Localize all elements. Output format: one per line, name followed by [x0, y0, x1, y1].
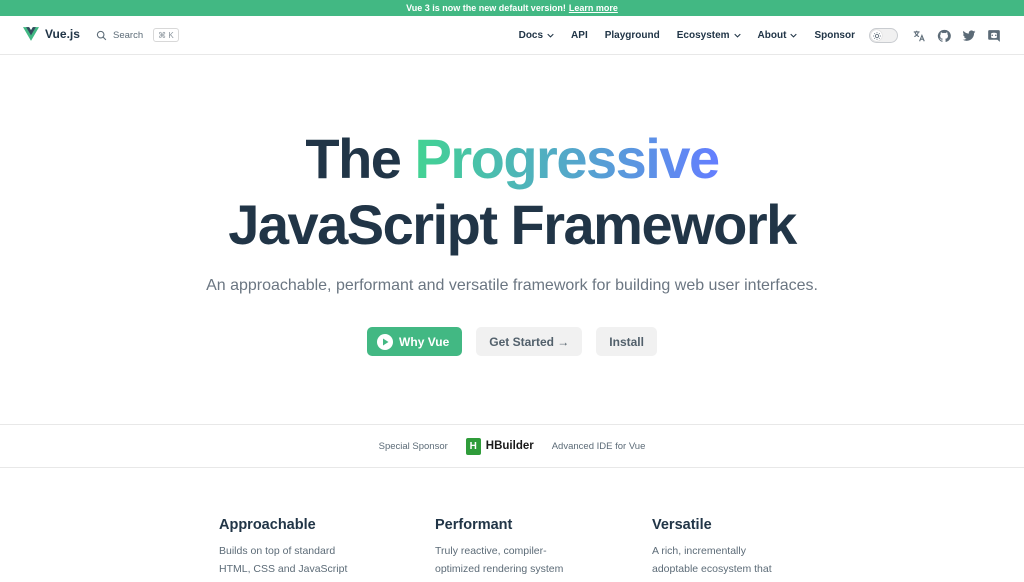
search-icon [96, 30, 107, 40]
feature-desc-line: adoptable ecosystem that [652, 562, 772, 575]
sponsor-label: Special Sponsor [378, 440, 448, 452]
feature-desc: A rich, incrementally adoptable ecosyste… [652, 543, 832, 578]
hbuilder-logo-icon: H [465, 437, 481, 455]
why-vue-button[interactable]: Why Vue [367, 327, 463, 356]
github-icon[interactable] [937, 29, 951, 43]
nav-item-label: Docs [518, 30, 544, 41]
feature-desc-line: Truly reactive, compiler- [435, 545, 547, 557]
nav-item-sponsor[interactable]: Sponsor [814, 30, 855, 41]
chevron-down-icon [547, 33, 554, 38]
nav-item-label: Playground [604, 30, 660, 41]
hbuilder-sponsor-link[interactable]: H HBuilder [465, 437, 534, 455]
feature-approachable: Approachable Builds on top of standard H… [219, 517, 399, 578]
hero-title-highlight: Progressive [414, 127, 720, 190]
discord-icon[interactable] [987, 29, 1001, 43]
banner-text: Vue 3 is now the new default version! [406, 3, 566, 13]
nav-item-label: API [571, 30, 588, 41]
nav-menu: Docs API Playground Ecosystem About Spon… [519, 16, 855, 55]
translate-icon[interactable] [912, 29, 926, 43]
sun-icon [871, 30, 882, 41]
feature-desc-line: optimized rendering system [435, 562, 564, 575]
top-nav: Vue.js Search ⌘ K Docs API Playground Ec… [0, 16, 1024, 55]
nav-item-playground[interactable]: Playground [605, 30, 660, 41]
install-label: Install [609, 334, 644, 349]
feature-desc-line: A rich, incrementally [652, 545, 746, 557]
theme-toggle[interactable] [869, 28, 898, 43]
hero-title-prefix: The [305, 127, 402, 190]
get-started-label: Get Started → [489, 334, 570, 349]
feature-desc-line: Builds on top of standard [219, 545, 336, 557]
feature-desc: Truly reactive, compiler- optimized rend… [435, 543, 615, 578]
feature-performant: Performant Truly reactive, compiler- opt… [435, 517, 615, 578]
chevron-down-icon [790, 33, 798, 38]
nav-item-label: Sponsor [814, 30, 855, 41]
get-started-button[interactable]: Get Started → [476, 327, 583, 356]
play-icon [377, 333, 394, 350]
banner-learn-more-link[interactable]: Learn more [569, 3, 618, 13]
announcement-banner: Vue 3 is now the new default version! Le… [0, 0, 1024, 16]
brand-name: Vue.js [45, 27, 80, 41]
feature-title: Versatile [652, 517, 712, 533]
nav-item-ecosystem[interactable]: Ecosystem [677, 30, 741, 41]
feature-title: Performant [435, 517, 513, 533]
nav-item-api[interactable]: API [571, 30, 588, 41]
special-sponsor-bar: Special Sponsor H HBuilder Advanced IDE … [0, 424, 1024, 468]
hero-tagline: An approachable, performant and versatil… [206, 277, 818, 294]
chevron-down-icon [733, 33, 741, 38]
brand-logo[interactable]: Vue.js [23, 27, 80, 41]
nav-item-label: About [757, 30, 787, 41]
search-shortcut: ⌘ K [153, 28, 179, 42]
why-vue-label: Why Vue [399, 334, 450, 349]
feature-desc: Builds on top of standard HTML, CSS and … [219, 543, 399, 578]
install-button[interactable]: Install [596, 327, 657, 356]
nav-item-docs[interactable]: Docs [519, 30, 554, 41]
sponsor-tagline: Advanced IDE for Vue [551, 440, 646, 452]
search-button[interactable]: Search ⌘ K [96, 28, 179, 42]
nav-item-label: Ecosystem [676, 30, 730, 41]
hbuilder-name: HBuilder [485, 440, 534, 452]
feature-versatile: Versatile A rich, incrementally adoptabl… [652, 517, 832, 578]
nav-item-about[interactable]: About [758, 30, 798, 41]
vue-logo-icon [23, 27, 39, 41]
feature-desc-line: HTML, CSS and JavaScript [219, 562, 348, 575]
twitter-icon[interactable] [962, 29, 976, 43]
search-label: Search [113, 29, 144, 41]
hero-title: The Progressive JavaScript Framework [0, 126, 1024, 258]
hero-title-line2: JavaScript Framework [228, 193, 797, 256]
feature-title: Approachable [219, 517, 316, 533]
hero-actions: Why Vue Get Started → Install [0, 327, 1024, 356]
